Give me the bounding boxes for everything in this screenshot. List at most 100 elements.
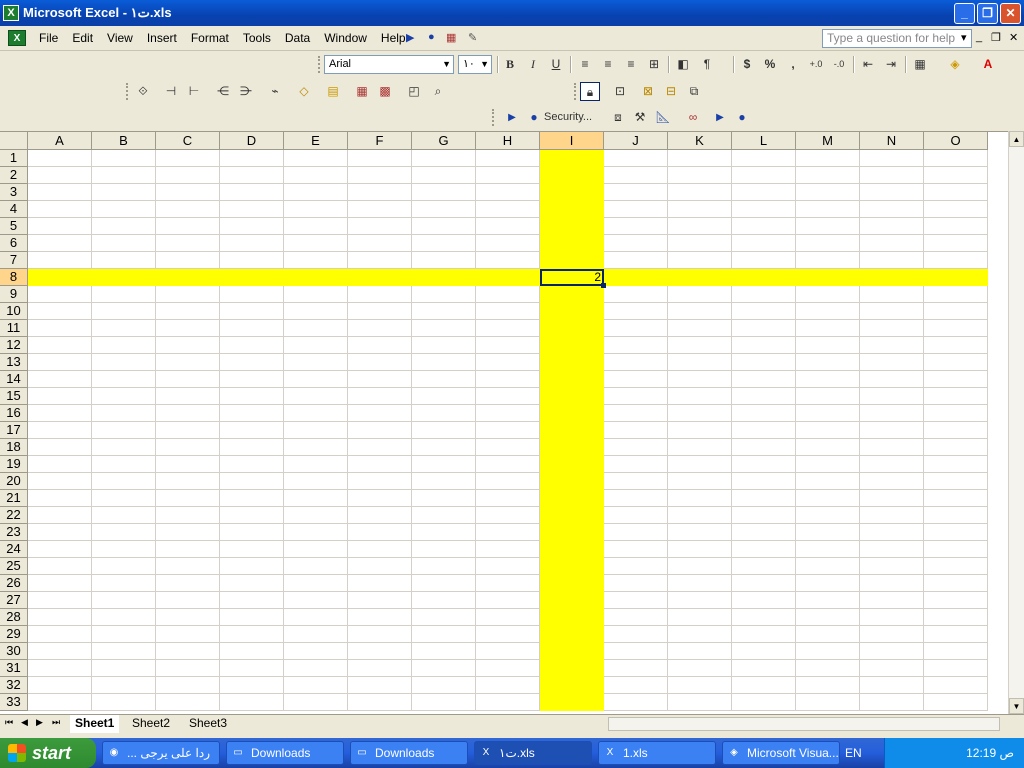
percent-icon[interactable]: % — [760, 55, 780, 74]
cell[interactable] — [540, 558, 604, 575]
cell[interactable] — [348, 541, 412, 558]
row-header[interactable]: 22 — [0, 507, 28, 524]
cell[interactable] — [476, 422, 540, 439]
cell[interactable] — [156, 320, 220, 337]
cell[interactable] — [732, 235, 796, 252]
record-icon[interactable]: ● — [732, 108, 752, 127]
cell[interactable] — [668, 643, 732, 660]
cell[interactable] — [476, 490, 540, 507]
cell[interactable] — [604, 558, 668, 575]
link-icon[interactable]: ∞ — [683, 108, 703, 127]
cell[interactable] — [924, 626, 988, 643]
cell[interactable] — [668, 201, 732, 218]
cell[interactable] — [860, 643, 924, 660]
cell[interactable] — [796, 167, 860, 184]
cell[interactable] — [604, 490, 668, 507]
cell[interactable] — [476, 235, 540, 252]
row-header[interactable]: 24 — [0, 541, 28, 558]
cell[interactable] — [476, 541, 540, 558]
cell[interactable] — [796, 320, 860, 337]
cell[interactable] — [924, 337, 988, 354]
cell[interactable] — [156, 677, 220, 694]
row-header[interactable]: 33 — [0, 694, 28, 711]
increase-indent-icon[interactable]: ⇥ — [881, 55, 901, 74]
cell[interactable] — [732, 439, 796, 456]
cell[interactable] — [732, 643, 796, 660]
maximize-button[interactable]: ❐ — [977, 2, 998, 24]
row-header[interactable]: 29 — [0, 626, 28, 643]
cell[interactable] — [284, 507, 348, 524]
cell[interactable] — [604, 371, 668, 388]
cell[interactable] — [156, 422, 220, 439]
cell[interactable] — [668, 252, 732, 269]
cell[interactable] — [604, 252, 668, 269]
column-header-k[interactable]: K — [668, 132, 732, 150]
row-header[interactable]: 11 — [0, 320, 28, 337]
cell[interactable] — [412, 252, 476, 269]
cell[interactable] — [156, 524, 220, 541]
cell[interactable] — [156, 286, 220, 303]
row-header[interactable]: 27 — [0, 592, 28, 609]
cell[interactable] — [924, 694, 988, 711]
cell[interactable] — [156, 609, 220, 626]
cell[interactable] — [796, 422, 860, 439]
cell[interactable] — [732, 150, 796, 167]
column-header-n[interactable]: N — [860, 132, 924, 150]
evaluate-icon[interactable]: ⌕ — [428, 82, 448, 101]
cell[interactable] — [220, 558, 284, 575]
help-search-input[interactable]: Type a question for help — [822, 29, 972, 48]
cell[interactable] — [604, 439, 668, 456]
cell[interactable] — [796, 507, 860, 524]
cell[interactable] — [28, 371, 92, 388]
cell[interactable] — [668, 150, 732, 167]
cell[interactable] — [156, 473, 220, 490]
borders-icon[interactable]: ▦ — [910, 55, 930, 74]
cell[interactable] — [796, 558, 860, 575]
cell[interactable] — [92, 473, 156, 490]
cell[interactable] — [796, 694, 860, 711]
cell[interactable] — [796, 286, 860, 303]
column-header-d[interactable]: D — [220, 132, 284, 150]
cell[interactable] — [732, 252, 796, 269]
cell[interactable] — [412, 524, 476, 541]
menu-format[interactable]: Format — [184, 28, 236, 48]
cell[interactable] — [860, 337, 924, 354]
cell[interactable] — [28, 626, 92, 643]
cell[interactable] — [220, 388, 284, 405]
row-header[interactable]: 23 — [0, 524, 28, 541]
close-button[interactable]: ✕ — [1000, 2, 1021, 24]
column-header-o[interactable]: O — [924, 132, 988, 150]
cell[interactable] — [732, 269, 796, 286]
cell[interactable] — [348, 201, 412, 218]
cell[interactable] — [796, 643, 860, 660]
cell[interactable] — [156, 337, 220, 354]
design-mode-icon[interactable]: 📐︎ — [653, 108, 673, 127]
sheet-tab-sheet3[interactable]: Sheet3 — [184, 715, 232, 733]
comment-icon[interactable]: ▤ — [323, 82, 343, 101]
help-dropdown-icon[interactable]: ▾ — [961, 31, 967, 44]
currency-icon[interactable]: $ — [737, 55, 757, 74]
taskbar-item[interactable]: ◉ ... ردا على يرجى — [102, 741, 220, 765]
toolbar-grip[interactable] — [126, 83, 129, 100]
cell[interactable] — [28, 150, 92, 167]
cell[interactable] — [604, 575, 668, 592]
bold-button[interactable]: B — [500, 55, 520, 74]
cell[interactable] — [220, 439, 284, 456]
cell[interactable] — [860, 507, 924, 524]
cell[interactable] — [156, 507, 220, 524]
cell[interactable] — [732, 201, 796, 218]
row-header[interactable]: 20 — [0, 473, 28, 490]
cell[interactable] — [796, 252, 860, 269]
cell[interactable] — [92, 150, 156, 167]
cell[interactable] — [28, 303, 92, 320]
cell[interactable] — [28, 592, 92, 609]
cell[interactable] — [604, 609, 668, 626]
cell[interactable] — [540, 150, 604, 167]
cell[interactable] — [28, 541, 92, 558]
font-name-select[interactable]: Arial ▼ — [324, 55, 454, 74]
cell[interactable] — [92, 320, 156, 337]
cell[interactable] — [28, 269, 92, 286]
cell[interactable] — [348, 456, 412, 473]
cell[interactable] — [668, 677, 732, 694]
cell[interactable] — [348, 252, 412, 269]
